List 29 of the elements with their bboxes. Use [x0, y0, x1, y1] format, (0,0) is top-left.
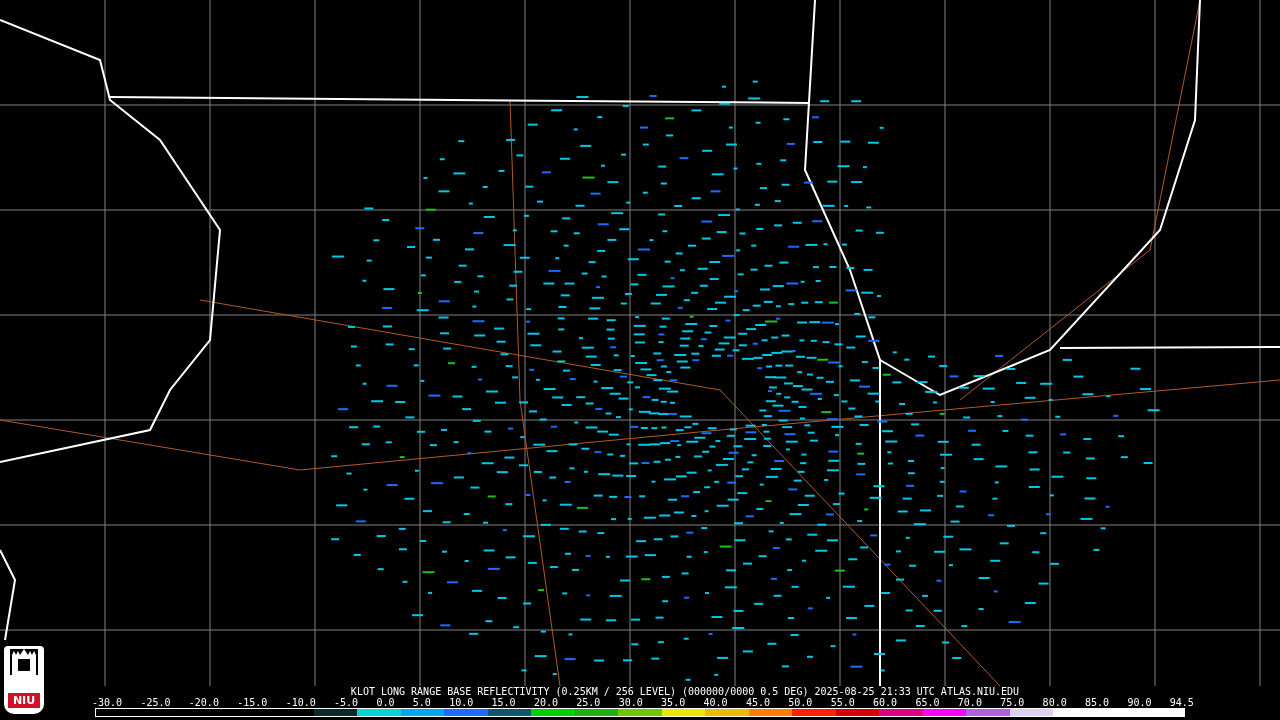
- scale-tick-label: -10.0: [285, 697, 316, 708]
- scale-tick-label: 65.0: [915, 697, 940, 708]
- scale-tick-label: -5.0: [334, 697, 359, 708]
- scale-tick-label: 35.0: [661, 697, 686, 708]
- scale-tick-label: 45.0: [745, 697, 770, 708]
- scale-tick-label: -30.0: [92, 697, 123, 708]
- scale-tick-label: -25.0: [140, 697, 171, 708]
- scale-tick-label: 5.0: [412, 697, 431, 708]
- scale-tick-label: 90.0: [1127, 697, 1152, 708]
- tower-icon: [10, 649, 38, 675]
- scale-tick-label: -20.0: [188, 697, 219, 708]
- scale-tick-label: 30.0: [618, 697, 643, 708]
- scale-tick-label: 50.0: [788, 697, 813, 708]
- scale-tick-label: 20.0: [533, 697, 558, 708]
- scale-tick-label: 85.0: [1085, 697, 1110, 708]
- logo-text: NIU: [7, 693, 41, 708]
- product-caption: KLOT LONG RANGE BASE REFLECTIVITY (0.25KM / 256 LEVEL) (000000/0000 0.5 DEG) 2025-08-25 21:33 UTC ATLAS.NIU.EDU: [349, 686, 1021, 697]
- scale-tick-label: 94.5: [1169, 697, 1194, 708]
- scale-tick-label: 0.0: [376, 697, 395, 708]
- scale-tick-label: 60.0: [873, 697, 898, 708]
- scale-tick-label: 55.0: [830, 697, 855, 708]
- scale-tick-label: 15.0: [491, 697, 516, 708]
- scale-tick-label: 10.0: [449, 697, 474, 708]
- scale-tick-label: 80.0: [1042, 697, 1067, 708]
- scale-tick-label: 25.0: [576, 697, 601, 708]
- scale-tick-label: 70.0: [957, 697, 982, 708]
- scale-tick-label: 40.0: [703, 697, 728, 708]
- scale-tick-label: -15.0: [237, 697, 268, 708]
- scale-tick-label: 75.0: [1000, 697, 1025, 708]
